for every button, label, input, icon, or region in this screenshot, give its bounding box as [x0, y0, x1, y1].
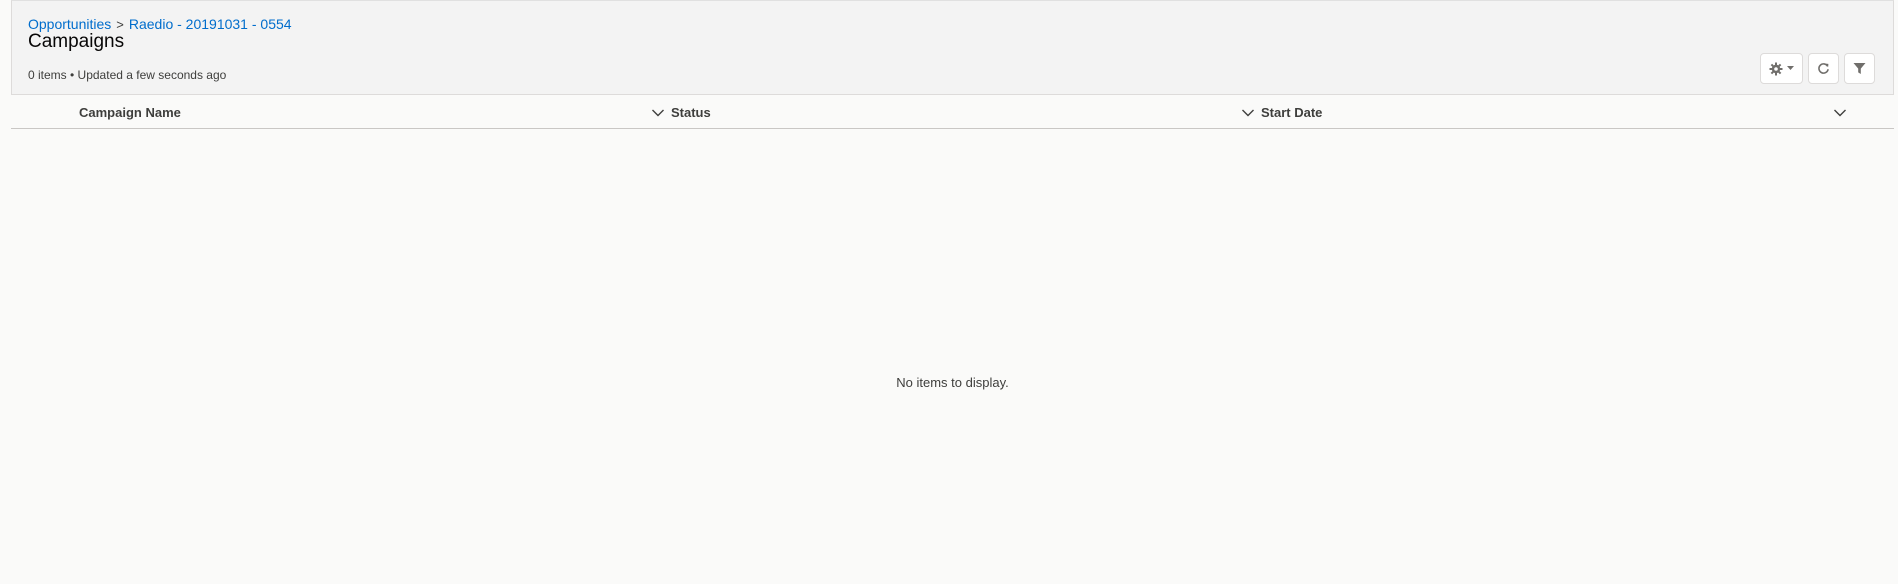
- filter-button[interactable]: [1844, 53, 1875, 84]
- column-header-campaign-name[interactable]: Campaign Name: [79, 97, 669, 128]
- list-toolbar: [1760, 53, 1875, 84]
- column-label: Start Date: [1261, 105, 1323, 120]
- table-header: Campaign Name Status Start Date: [11, 97, 1894, 129]
- empty-message: No items to display.: [896, 375, 1009, 390]
- page-title: Campaigns: [28, 31, 125, 52]
- column-label: Campaign Name: [79, 105, 181, 120]
- chevron-down-icon[interactable]: [1241, 106, 1255, 120]
- list-status-text: 0 items • Updated a few seconds ago: [28, 68, 227, 82]
- caret-down-icon: [1787, 66, 1794, 71]
- chevron-down-icon[interactable]: [1833, 106, 1847, 120]
- gear-icon: [1769, 62, 1783, 76]
- chevron-down-icon[interactable]: [651, 106, 665, 120]
- refresh-button[interactable]: [1808, 53, 1839, 84]
- list-view-controls-button[interactable]: [1760, 53, 1803, 84]
- list-view-header: Opportunities > Raedio - 20191031 - 0554 C…: [11, 0, 1894, 95]
- empty-state: No items to display.: [11, 130, 1894, 584]
- filter-icon: [1853, 62, 1866, 75]
- column-header-start-date[interactable]: Start Date: [1261, 97, 1861, 128]
- breadcrumb-record-link[interactable]: Raedio - 20191031 - 0554: [129, 16, 292, 32]
- refresh-icon: [1817, 62, 1830, 75]
- column-label: Status: [671, 105, 711, 120]
- column-header-status[interactable]: Status: [671, 97, 1261, 128]
